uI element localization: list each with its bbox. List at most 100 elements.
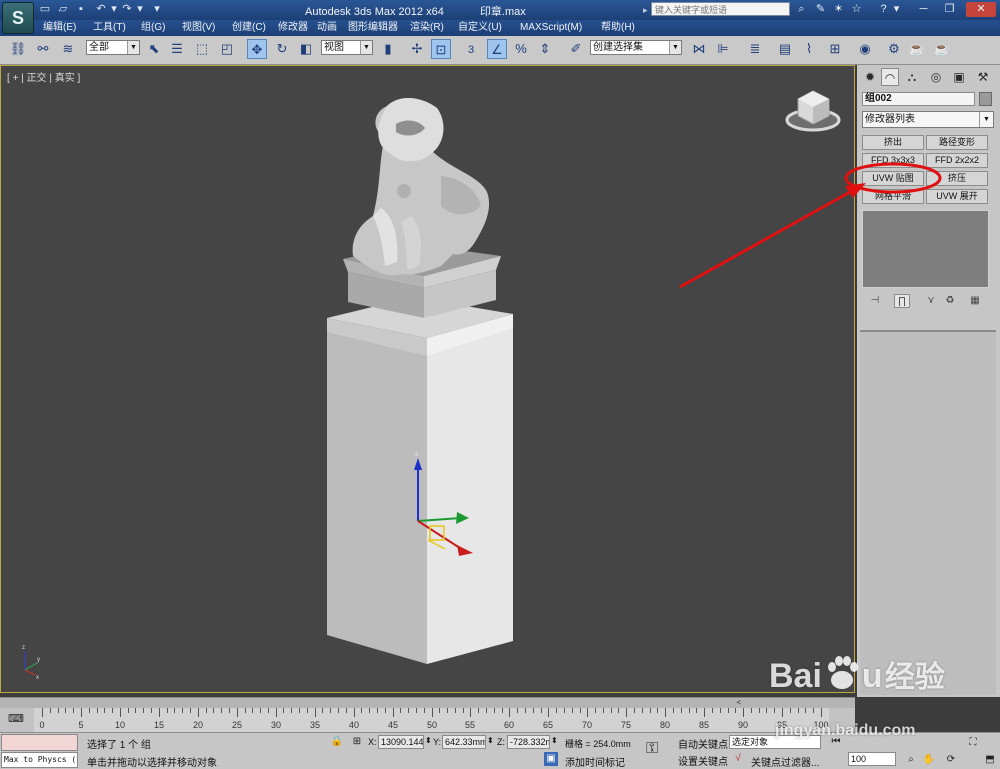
select-and-link-icon[interactable]: ⛓ [8, 39, 28, 59]
named-selection-dropdown[interactable]: 创建选择集 ▼ [590, 40, 682, 55]
modifier-button-ffd-3x3x3[interactable]: FFD 3x3x3 [862, 153, 924, 168]
zoom-extents-icon[interactable]: ⛶ [966, 736, 980, 750]
schematic-view-icon[interactable]: ⊞ [825, 39, 845, 59]
menu-modifiers[interactable]: 修改器 [278, 21, 308, 35]
maximize-viewport-icon[interactable]: ⬒ [983, 753, 997, 767]
object-color-swatch[interactable] [979, 92, 992, 106]
select-and-move-icon[interactable]: ✥ [247, 39, 267, 59]
minimize-icon[interactable]: ─ [916, 2, 931, 17]
utilities-tab-icon[interactable]: ⚒ [974, 68, 992, 86]
pin-stack-icon[interactable]: ⊣ [867, 294, 883, 308]
maxscript-mini-listener[interactable] [1, 734, 78, 751]
edit-named-selection-icon[interactable]: ✐ [566, 39, 586, 59]
render-production-icon[interactable]: ☕ [932, 39, 952, 59]
modifier-stack-list[interactable] [862, 210, 989, 288]
modify-tab-icon[interactable]: ◠ [881, 68, 899, 86]
seal-model[interactable] [327, 97, 513, 664]
menu-animation[interactable]: 动画 [317, 21, 337, 35]
modifier-list-dropdown[interactable]: 修改器列表 ▼ [862, 111, 994, 128]
pan-view-icon[interactable]: ✋ [922, 753, 936, 767]
z-coordinate-field[interactable]: -728.332m [507, 735, 550, 749]
quick-access-dropdown-icon[interactable]: ▾ [150, 2, 164, 16]
render-setup-icon[interactable]: ⚙ [884, 39, 904, 59]
modifier-button-squeeze[interactable]: 挤压 [926, 171, 988, 186]
redo-icon[interactable]: ↷ [120, 2, 134, 16]
undo-icon[interactable]: ↶ [94, 2, 108, 16]
favorites-icon[interactable]: ☆ [849, 2, 864, 17]
menu-rendering[interactable]: 渲染(R) [410, 21, 444, 35]
x-spinner-icon[interactable]: ⬍ [425, 736, 432, 745]
configure-modifier-sets-icon[interactable]: ▦ [967, 294, 983, 308]
y-coordinate-field[interactable]: 642.33mm [442, 735, 486, 749]
modifier-button-meshsmooth[interactable]: 网格平滑 [862, 189, 924, 204]
x-coordinate-field[interactable]: 13090.144 [378, 735, 424, 749]
menu-views[interactable]: 视图(V) [182, 21, 215, 35]
menu-group[interactable]: 组(G) [141, 21, 165, 35]
modifier-button-uvw-map[interactable]: UVW 贴图 [862, 171, 924, 186]
orbit-icon[interactable]: ⟳ [944, 753, 958, 767]
mini-curve-editor-icon[interactable]: ⌨ [4, 711, 28, 727]
new-file-icon[interactable]: ▭ [38, 2, 52, 16]
viewcube-icon[interactable] [785, 90, 841, 132]
close-icon[interactable]: ✕ [966, 2, 996, 17]
open-file-icon[interactable]: ▱ [56, 2, 70, 16]
motion-tab-icon[interactable]: ◎ [927, 68, 945, 86]
modifier-button-extrude[interactable]: 挤出 [862, 135, 924, 150]
menu-maxscript[interactable]: MAXScript(M) [520, 21, 582, 35]
lock-selection-icon[interactable]: 🔒 [330, 735, 344, 749]
object-name-field[interactable]: 组002 [862, 92, 975, 106]
search-binoculars-icon[interactable]: ⌕ [794, 2, 809, 17]
y-spinner-icon[interactable]: ⬍ [487, 736, 494, 745]
menu-customize[interactable]: 自定义(U) [458, 21, 502, 35]
align-icon[interactable]: ⊫ [713, 39, 733, 59]
bind-to-space-warp-icon[interactable]: ≋ [58, 39, 78, 59]
communication-icon[interactable]: ✎ [813, 2, 828, 17]
hierarchy-tab-icon[interactable]: ⛬ [903, 68, 921, 86]
current-frame-field[interactable]: 100 [848, 752, 896, 766]
help-dropdown-icon[interactable]: ▾ [889, 2, 904, 17]
make-unique-icon[interactable]: ⋎ [923, 294, 939, 308]
timeline-ruler[interactable]: 0 5 10 15 20 25 30 35 40 45 50 55 60 65 70 75 80 85 90 95 10… [34, 708, 829, 732]
show-end-result-icon[interactable]: ∏ [894, 294, 910, 308]
app-logo-icon[interactable]: S [2, 2, 34, 34]
remove-modifier-icon[interactable]: ♻ [942, 294, 958, 308]
save-icon[interactable]: ▪ [74, 2, 88, 16]
select-and-manipulate-icon[interactable]: ✢ [407, 39, 427, 59]
add-time-tag[interactable]: 添加时间标记 [565, 754, 625, 769]
layer-manager-icon[interactable]: ≣ [745, 39, 765, 59]
reference-coordinate-dropdown[interactable]: 视图 ▼ [321, 40, 373, 55]
select-and-rotate-icon[interactable]: ↻ [272, 39, 292, 59]
material-editor-icon[interactable]: ◉ [855, 39, 875, 59]
undo-dropdown-icon[interactable]: ▾ [107, 2, 121, 16]
z-spinner-icon[interactable]: ⬍ [551, 736, 558, 745]
keyboard-shortcut-override-icon[interactable]: ⊡ [431, 39, 451, 59]
mirror-icon[interactable]: ⋈ [689, 39, 709, 59]
modifier-button-ffd-2x2x2[interactable]: FFD 2x2x2 [926, 153, 988, 168]
menu-tools[interactable]: 工具(T) [93, 21, 126, 35]
modifier-button-unwrap-uvw[interactable]: UVW 展开 [926, 189, 988, 204]
select-object-icon[interactable]: ⬉ [144, 39, 164, 59]
search-expand-icon[interactable]: ▸ [643, 4, 649, 16]
menu-edit[interactable]: 编辑(E) [43, 21, 76, 35]
spinner-snap-icon[interactable]: ⇕ [535, 39, 555, 59]
star-icon[interactable]: ✶ [831, 2, 846, 17]
select-by-name-icon[interactable]: ☰ [167, 39, 187, 59]
curve-editor-icon[interactable]: ⌇ [799, 39, 819, 59]
angle-snap-icon[interactable]: ∠ [487, 39, 507, 59]
percent-snap-icon[interactable]: % [511, 39, 531, 59]
zoom-icon[interactable]: ⌕ [904, 753, 918, 767]
search-input[interactable]: 键入关键字或短语 [651, 2, 790, 16]
auto-key-button[interactable]: 自动关键点 [678, 736, 728, 751]
snaps-toggle-icon[interactable]: 3 [461, 39, 481, 59]
select-and-scale-icon[interactable]: ◧ [296, 39, 316, 59]
restore-icon[interactable]: ❐ [942, 2, 957, 17]
menu-graph-editors[interactable]: 图形编辑器 [348, 21, 398, 35]
rendered-frame-window-icon[interactable]: ☕ [907, 39, 927, 59]
time-slider-prev-button[interactable]: < [733, 698, 745, 708]
maxscript-output[interactable]: Max to Physcs ( [1, 752, 78, 768]
pivot-center-icon[interactable]: ▮ [378, 39, 398, 59]
display-tab-icon[interactable]: ▣ [950, 68, 968, 86]
unlink-selection-icon[interactable]: ⚯ [33, 39, 53, 59]
menu-create[interactable]: 创建(C) [232, 21, 266, 35]
key-tangent-icon[interactable]: √ [731, 752, 745, 766]
